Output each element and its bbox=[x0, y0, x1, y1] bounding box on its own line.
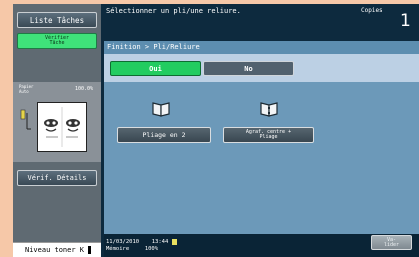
center-staple-label-2: Pliage bbox=[259, 134, 278, 140]
output-tray-icon bbox=[20, 109, 31, 130]
half-fold-icon bbox=[152, 102, 170, 117]
status-message: Sélectionner un pli/une reliure. bbox=[106, 7, 241, 15]
check-details-button[interactable]: Vérif. Détails bbox=[17, 170, 97, 186]
toner-label: Niveau toner K bbox=[25, 246, 85, 254]
left-panel: Liste Tâches Vérifier Tâche Papier Auto … bbox=[13, 4, 101, 257]
copies-count: 1 bbox=[400, 11, 411, 31]
network-icon bbox=[171, 239, 177, 245]
toner-bar-icon bbox=[88, 246, 92, 254]
booklet-preview-icon bbox=[44, 107, 80, 147]
memory-value: 100% bbox=[144, 245, 159, 252]
check-job-button[interactable]: Vérifier Tâche bbox=[17, 33, 97, 49]
center-staple-fold-button[interactable]: Agraf. centre + Pliage bbox=[223, 127, 314, 143]
check-job-label-2: Tâche bbox=[49, 40, 65, 46]
yes-label: Oui bbox=[149, 64, 162, 73]
date-text: 11/03/2010 bbox=[106, 239, 140, 245]
page-preview bbox=[37, 102, 87, 152]
yes-button[interactable]: Oui bbox=[110, 61, 201, 76]
copies-label: Copies bbox=[361, 7, 383, 14]
paper-setting: Papier Auto bbox=[19, 84, 59, 94]
half-fold-label: Pliage en 2 bbox=[142, 131, 186, 139]
paper-auto-label: Auto bbox=[19, 88, 29, 94]
validate-label-2: lider bbox=[383, 241, 400, 248]
job-preview: Papier Auto 100.0% bbox=[13, 82, 101, 162]
validate-button[interactable]: Va- lider bbox=[371, 235, 412, 250]
page-title: Finition > Pli/Reliure bbox=[104, 41, 419, 54]
date-time: 11/03/2010 13:44 Mémoire 100% bbox=[106, 239, 177, 252]
memory-row: Mémoire 100% bbox=[106, 246, 177, 253]
job-list-button[interactable]: Liste Tâches bbox=[17, 12, 97, 28]
time-text: 13:44 bbox=[151, 239, 169, 245]
memory-label: Mémoire bbox=[106, 245, 130, 252]
toner-level: Niveau toner K bbox=[13, 242, 101, 257]
job-list-label: Liste Tâches bbox=[29, 15, 85, 25]
half-fold-button[interactable]: Pliage en 2 bbox=[117, 127, 211, 143]
staple-fold-icon bbox=[260, 102, 278, 117]
zoom-ratio: 100.0% bbox=[74, 86, 93, 92]
check-details-label: Vérif. Détails bbox=[27, 174, 87, 182]
no-label: No bbox=[244, 64, 253, 73]
no-button[interactable]: No bbox=[203, 61, 294, 76]
